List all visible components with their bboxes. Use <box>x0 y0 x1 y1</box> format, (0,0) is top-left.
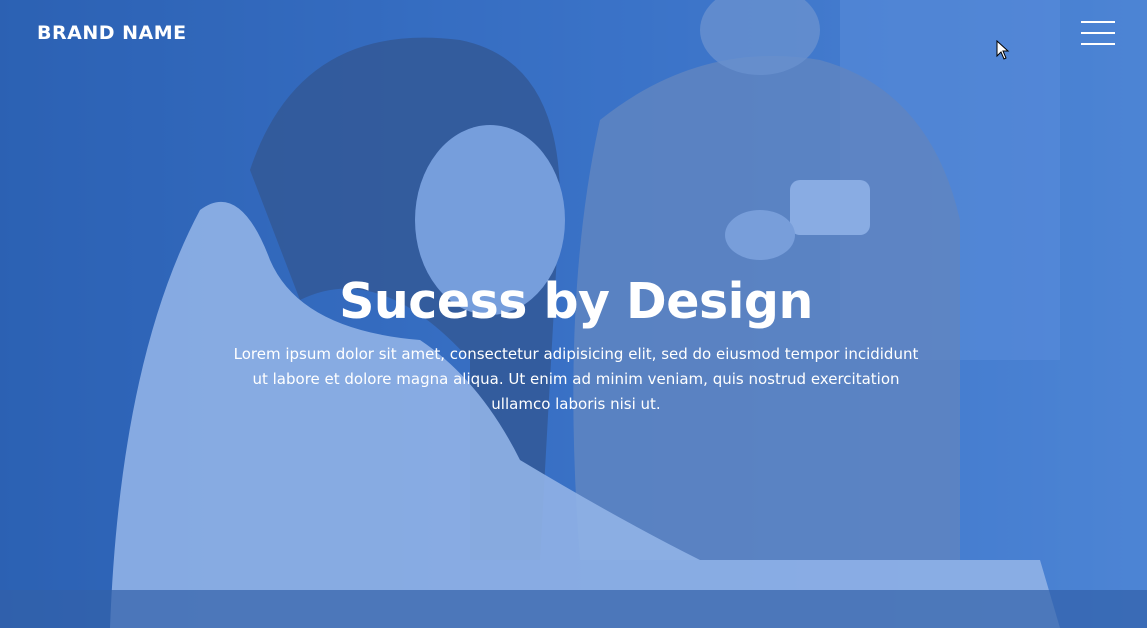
hero-section: BRAND NAME Sucess by Design Lorem ipsum … <box>0 0 1147 628</box>
menu-bar-bottom <box>1081 43 1115 45</box>
menu-bar-middle <box>1081 32 1115 34</box>
hero-content: Sucess by Design Lorem ipsum dolor sit a… <box>200 270 952 417</box>
hamburger-menu-icon[interactable] <box>1080 19 1116 49</box>
menu-bar-top <box>1081 21 1115 23</box>
hero-description: Lorem ipsum dolor sit amet, consectetur … <box>233 345 919 413</box>
mouse-pointer-icon <box>996 40 1010 60</box>
brand-logo[interactable]: BRAND NAME <box>37 20 187 46</box>
hero-title: Sucess by Design <box>339 273 813 330</box>
